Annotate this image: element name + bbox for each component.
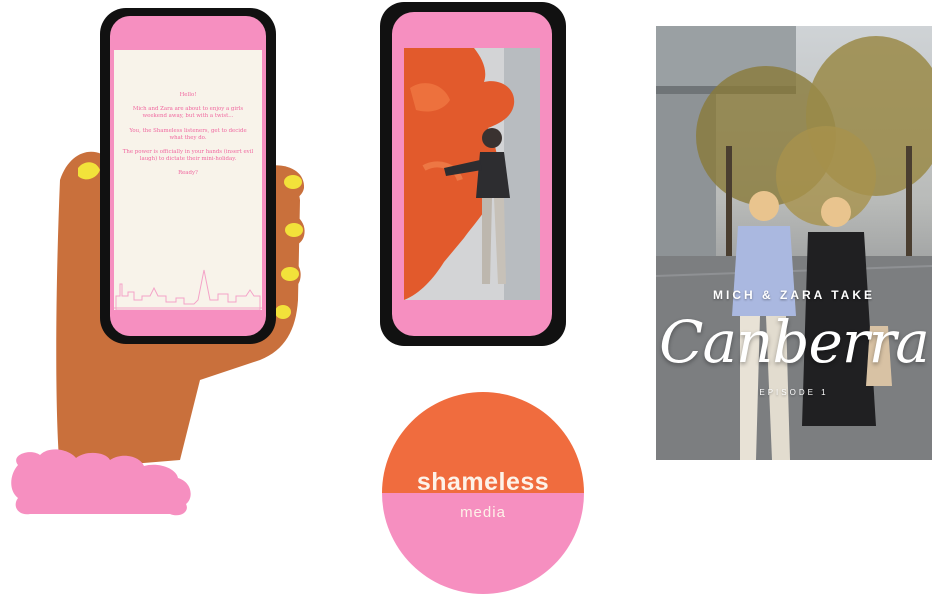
message-text: Hello! Mich and Zara are about to enjoy … [122, 92, 254, 185]
message-paragraph: Ready? [178, 170, 198, 177]
hand-holding-phone-illustration: Hello! Mich and Zara are about to enjoy … [0, 0, 320, 520]
logo-wordmark: shameless [416, 468, 550, 496]
episode-poster: MICH & ZARA TAKE Canberra EPISODE 1 [656, 26, 932, 460]
phone-left-screen: Hello! Mich and Zara are about to enjoy … [110, 16, 266, 336]
message-paragraph: Mich and Zara are about to enjoy a girls… [132, 106, 244, 120]
orange-sculpture-image [404, 48, 540, 300]
sculpture-photo [404, 48, 540, 300]
city-skyline-illustration [114, 269, 262, 310]
logo-subtitle: media [460, 504, 506, 521]
poster-episode-label: EPISODE 1 [759, 388, 829, 397]
shameless-media-logo: shameless media [382, 392, 584, 594]
phone-left: Hello! Mich and Zara are about to enjoy … [100, 8, 276, 344]
message-card: Hello! Mich and Zara are about to enjoy … [114, 50, 262, 310]
message-paragraph: Hello! [179, 92, 197, 98]
message-paragraph: The power is officially in your hands (i… [122, 149, 254, 163]
phone-middle [380, 2, 566, 346]
poster-title: Canberra [659, 308, 930, 376]
poster-tagline: MICH & ZARA TAKE [713, 288, 875, 302]
phone-middle-screen [392, 12, 552, 336]
message-paragraph: You, the Shameless listeners, get to dec… [129, 127, 247, 141]
